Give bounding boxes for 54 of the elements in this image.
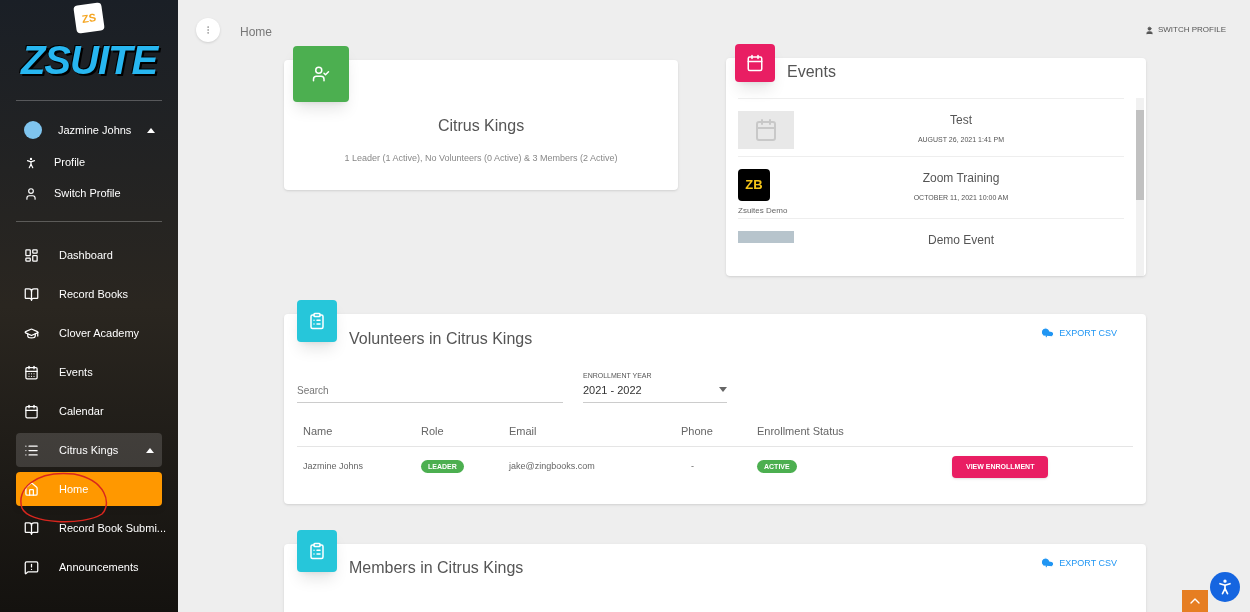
event-title: Zoom Training: [922, 170, 1000, 187]
table-cell-text: Jazmine Johns: [302, 460, 365, 474]
accessibility-button[interactable]: [1210, 572, 1240, 602]
nav-item[interactable]: Profile: [16, 147, 162, 178]
nav-icon: [24, 559, 39, 575]
search-field[interactable]: Search: [297, 383, 563, 403]
column-header: Phone: [681, 424, 714, 440]
column-header: Enrollment Status: [757, 424, 845, 440]
event-caption: Zsuites Demo: [738, 205, 788, 217]
nav-item[interactable]: Announcements: [16, 550, 162, 584]
column-header: Role: [421, 424, 445, 440]
nav-icon: [24, 247, 39, 263]
nav-icon: [24, 520, 39, 536]
nav-item[interactable]: Calendar: [16, 394, 162, 428]
menu-button[interactable]: [196, 18, 220, 42]
column-header: Name: [302, 424, 334, 440]
person-icon: [24, 155, 38, 170]
nav-item[interactable]: Dashboard: [16, 238, 162, 272]
nav-item[interactable]: Record Books: [16, 277, 162, 311]
logo-wordmark: ZSUITE: [20, 40, 158, 80]
photo-placeholder: [738, 231, 794, 243]
user-menu[interactable]: Jazmine Johns: [16, 113, 162, 147]
nav-item[interactable]: Citrus Kings: [16, 433, 162, 467]
user-icon: [24, 186, 38, 201]
cloud-download-icon: [1040, 556, 1056, 571]
event-item[interactable]: Demo Event: [738, 218, 1124, 276]
nav-icon: [24, 481, 39, 497]
table-cell-text: jake@zingbooks.com: [509, 460, 596, 474]
section-title: Volunteers in Citrus Kings: [349, 329, 534, 349]
nav-item[interactable]: Clover Academy: [16, 316, 162, 350]
event-title: Test: [950, 112, 972, 129]
club-summary: 1 Leader (1 Active), No Volunteers (0 Active) & 3 Members (2 Active): [344, 152, 618, 165]
table-cell-text: -: [690, 460, 695, 474]
user-icon: [1145, 25, 1154, 35]
cloud-download-icon: [1040, 326, 1056, 341]
nav-item[interactable]: Switch Profile: [16, 178, 162, 209]
nav-icon: [24, 403, 39, 419]
logo-badge: ZB: [738, 169, 770, 201]
events-title: Events: [787, 62, 836, 82]
avatar-icon: [24, 121, 42, 139]
switch-profile-button[interactable]: SWITCH PROFILE: [1145, 24, 1226, 36]
nav-item[interactable]: Events: [16, 355, 162, 389]
section-title: Members in Citrus Kings: [349, 558, 525, 578]
caret-icon: [719, 387, 727, 393]
nav-icon: [24, 325, 39, 341]
club-title: Citrus Kings: [437, 116, 525, 136]
page-title: Home: [240, 24, 273, 41]
nav-icon: [24, 364, 39, 380]
nav-icon: [24, 286, 39, 302]
logo-badge: ZS: [73, 2, 105, 34]
nav-icon: [24, 442, 39, 458]
calendar-placeholder: [738, 111, 794, 149]
event-title: Demo Event: [928, 232, 994, 249]
column-header: Email: [509, 424, 538, 440]
